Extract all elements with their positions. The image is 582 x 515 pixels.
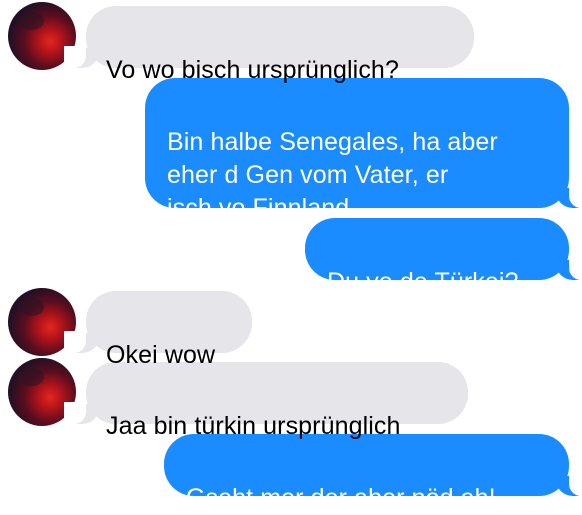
message-thread[interactable]: Vo wo bisch ursprünglich? Bin halbe Sene… <box>0 0 582 512</box>
message-text: Du vo de Türkei? <box>327 268 519 296</box>
message-bubble-outgoing[interactable]: Bin halbe Senegales, ha aber eher d Gen … <box>145 78 582 222</box>
message-bubble-incoming[interactable]: Vo wo bisch ursprünglich? <box>64 6 474 84</box>
message-bubble-outgoing[interactable]: Gseht mer der aber nöd ah! <box>164 434 582 512</box>
message-bubble-incoming[interactable]: Jaa bin türkin ursprünglich <box>64 362 468 440</box>
message-text: Vo wo bisch ursprünglich? <box>106 56 399 84</box>
message-text: Gseht mer der aber nöd ah! <box>186 484 496 512</box>
message-bubble-outgoing[interactable]: Du vo de Türkei? <box>305 218 582 296</box>
message-text: Jaa bin türkin ursprünglich <box>106 412 401 440</box>
message-text: Bin halbe Senegales, ha aber eher d Gen … <box>167 128 498 222</box>
message-text: Okei wow <box>106 341 216 369</box>
message-bubble-incoming[interactable]: Okei wow <box>64 291 252 369</box>
